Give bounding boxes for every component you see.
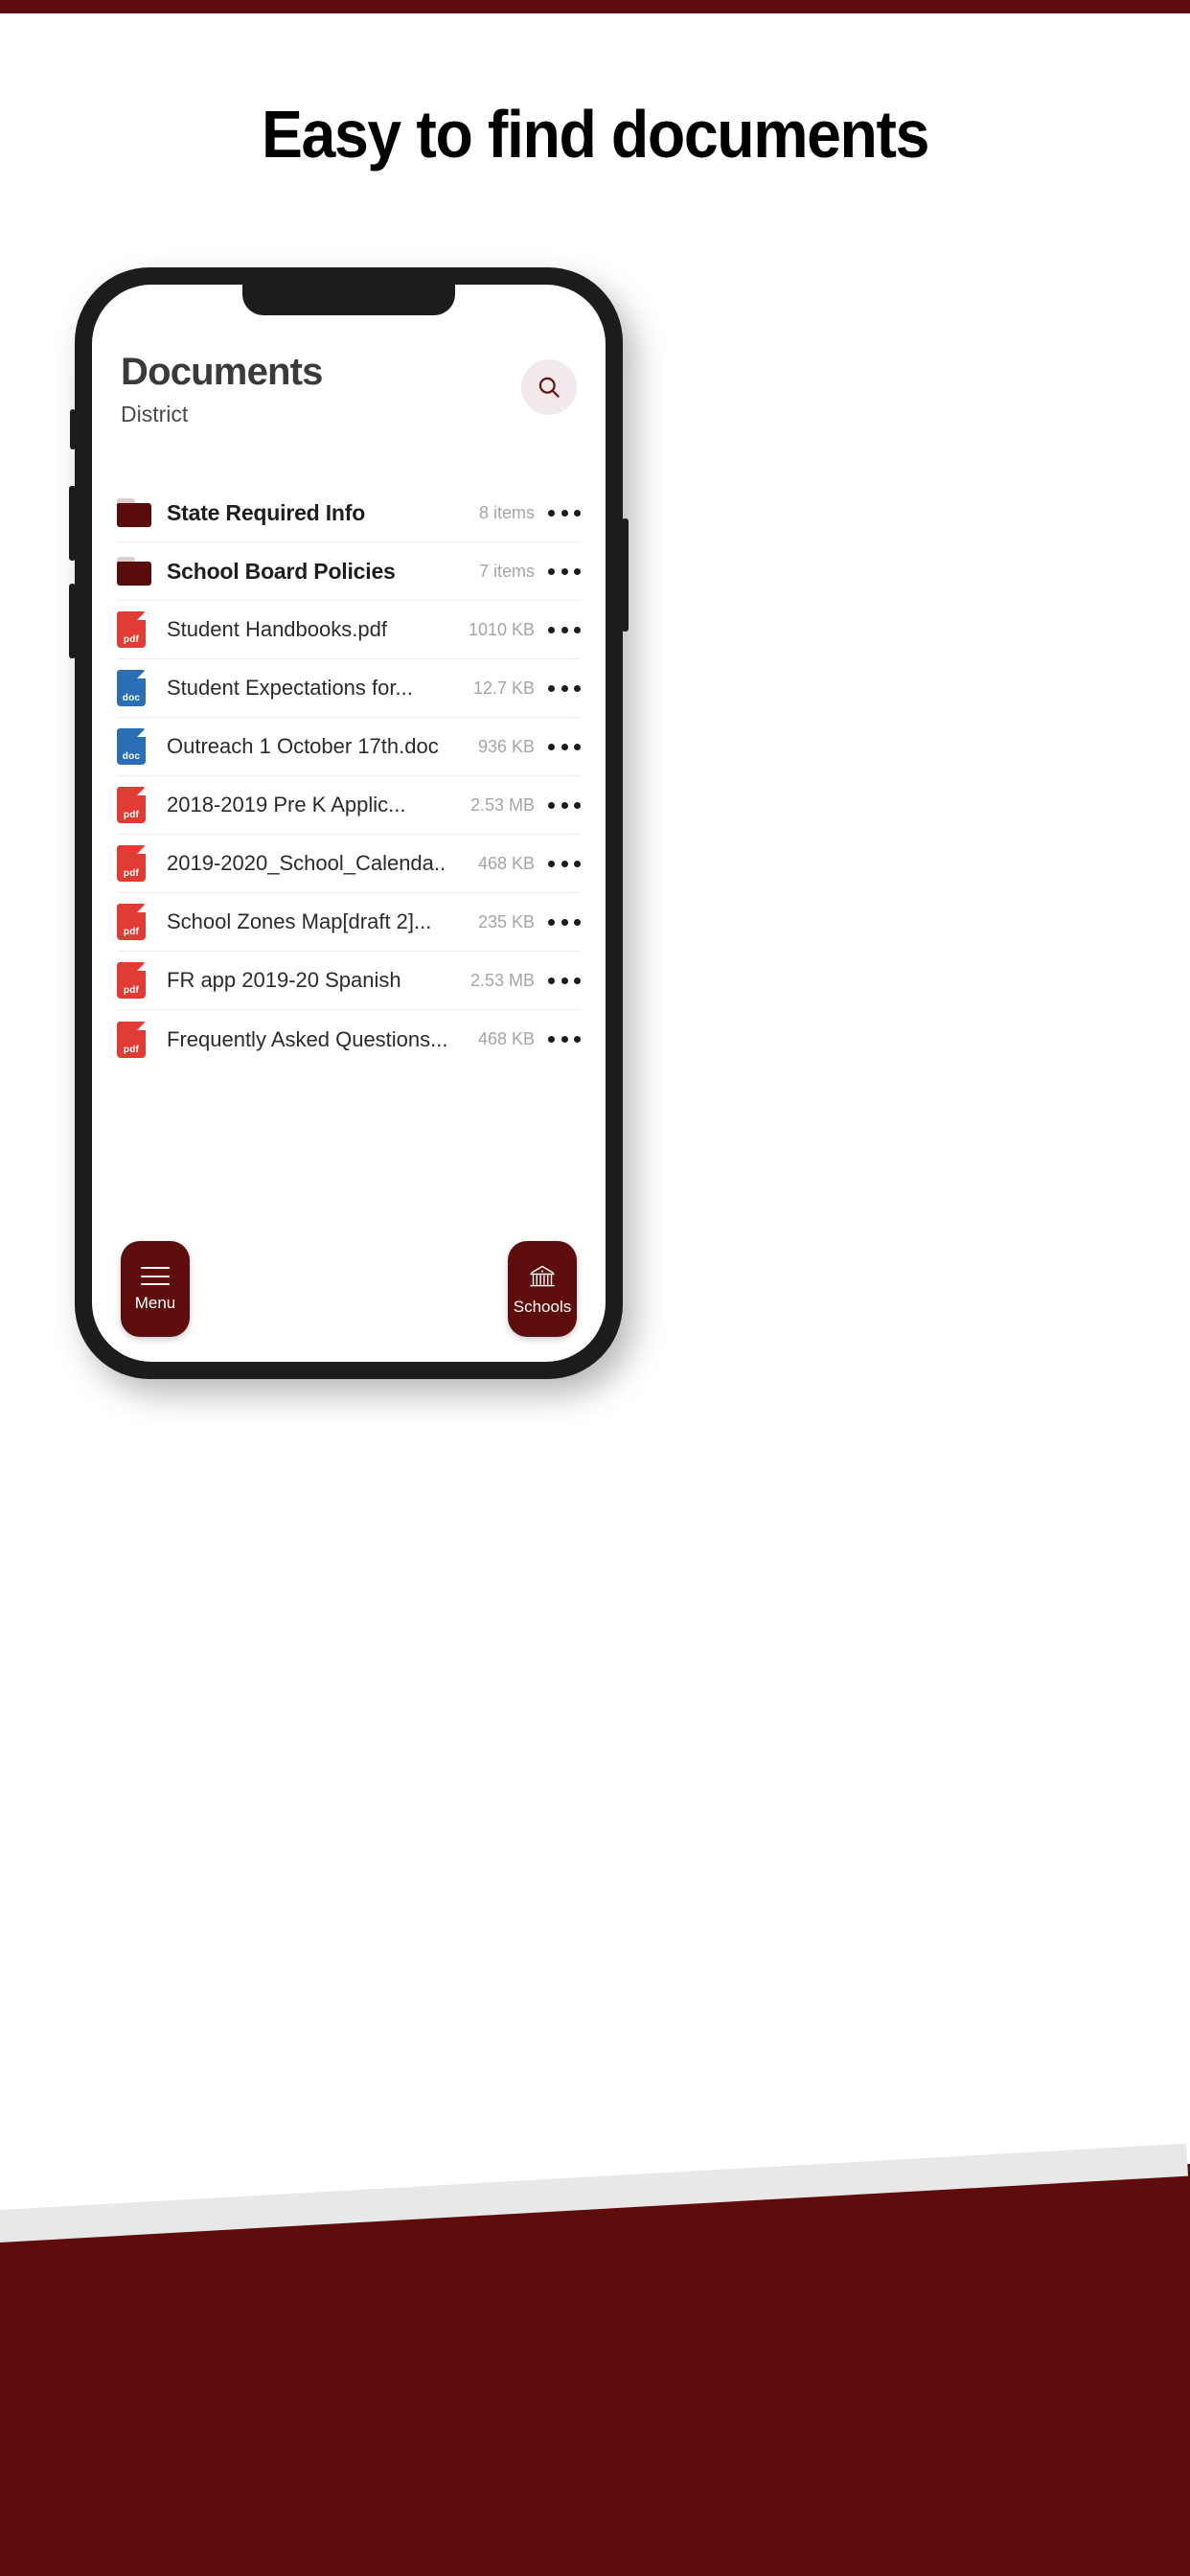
phone-mockup: Documents District State Required Info 8 … [69, 267, 629, 1379]
file-name: School Zones Map[draft 2]... [167, 909, 432, 934]
more-options-icon[interactable] [548, 801, 581, 809]
phone-notch [242, 285, 455, 315]
document-list[interactable]: State Required Info 8 items School Board P… [92, 484, 606, 1069]
file-extension-label: doc [122, 693, 141, 703]
row-icon-wrap: pdf [117, 904, 167, 940]
page-title: Documents [121, 351, 323, 393]
file-name: Frequently Asked Questions... [167, 1026, 448, 1051]
row-icon-wrap: pdf [117, 1021, 167, 1058]
more-options-icon[interactable] [548, 860, 581, 867]
file-row[interactable]: pdf 2019-2020_School_Calenda.. 468 KB [117, 835, 581, 893]
row-icon-wrap: pdf [117, 787, 167, 823]
file-name: Student Handbooks.pdf [167, 617, 387, 642]
phone-screen: Documents District State Required Info 8 … [92, 285, 606, 1362]
file-name: 2018-2019 Pre K Applic... [167, 793, 406, 817]
pdf-file-icon: pdf [117, 787, 146, 823]
more-options-icon[interactable] [548, 626, 581, 633]
file-extension-label: pdf [123, 1044, 140, 1055]
file-meta: 468 KB [477, 1029, 535, 1048]
folder-row[interactable]: School Board Policies 7 items [117, 542, 581, 601]
schools-button-label: Schools [513, 1297, 572, 1316]
search-icon [536, 374, 562, 401]
menu-button[interactable]: Menu [121, 1241, 190, 1337]
more-options-icon[interactable] [548, 509, 581, 517]
pdf-file-icon: pdf [117, 904, 146, 940]
file-extension-label: pdf [123, 927, 140, 937]
file-name: FR app 2019-20 Spanish [167, 968, 401, 993]
file-name: State Required Info [167, 499, 366, 525]
row-icon-wrap: doc [117, 728, 167, 765]
doc-file-icon: doc [117, 728, 146, 765]
pdf-file-icon: pdf [117, 845, 146, 882]
phone-mute-switch [70, 409, 76, 449]
page-subtitle: District [121, 402, 189, 426]
row-icon-wrap: pdf [117, 962, 167, 999]
row-icon-wrap [117, 557, 167, 586]
menu-button-label: Menu [134, 1294, 176, 1312]
file-meta: 8 items [478, 502, 535, 522]
row-icon-wrap: pdf [117, 845, 167, 882]
file-extension-label: doc [122, 751, 141, 762]
file-meta: 7 items [478, 561, 535, 581]
more-options-icon[interactable] [548, 567, 581, 575]
file-extension-label: pdf [123, 810, 140, 820]
file-meta: 2.53 MB [469, 794, 535, 815]
file-row[interactable]: pdf FR app 2019-20 Spanish 2.53 MB [117, 952, 581, 1010]
phone-power-button [622, 518, 629, 632]
pdf-file-icon: pdf [117, 611, 146, 648]
phone-volume-up-button [69, 486, 76, 561]
doc-file-icon: doc [117, 670, 146, 706]
hamburger-menu-icon [141, 1267, 170, 1285]
file-row[interactable]: pdf School Zones Map[draft 2]... 235 KB [117, 893, 581, 952]
file-row[interactable]: doc Student Expectations for... 12.7 KB [117, 659, 581, 718]
file-extension-label: pdf [123, 985, 140, 996]
folder-icon [117, 498, 151, 527]
top-accent-bar [0, 0, 1190, 13]
bottom-navigation: Menu Schools [92, 1241, 606, 1337]
pdf-file-icon: pdf [117, 962, 146, 999]
folder-row[interactable]: State Required Info 8 items [117, 484, 581, 542]
file-row[interactable]: doc Outreach 1 October 17th.doc 936 KB [117, 718, 581, 776]
more-options-icon[interactable] [548, 743, 581, 750]
app-header: Documents District [92, 352, 606, 427]
file-row[interactable]: pdf Student Handbooks.pdf 1010 KB [117, 601, 581, 659]
more-options-icon[interactable] [548, 684, 581, 692]
row-icon-wrap: pdf [117, 611, 167, 648]
promo-headline: Easy to find documents [261, 97, 929, 172]
school-building-icon [527, 1264, 558, 1289]
more-options-icon[interactable] [548, 918, 581, 926]
title-row: Documents District [121, 352, 577, 427]
file-name: Student Expectations for... [167, 676, 413, 701]
row-icon-wrap: doc [117, 670, 167, 706]
file-meta: 12.7 KB [472, 678, 535, 698]
file-meta: 468 KB [477, 853, 535, 873]
folder-icon [117, 557, 151, 586]
more-options-icon[interactable] [548, 977, 581, 984]
file-meta: 1010 KB [468, 619, 535, 639]
file-row[interactable]: pdf Frequently Asked Questions... 468 KB [117, 1010, 581, 1069]
search-button[interactable] [521, 359, 577, 415]
file-meta: 235 KB [477, 911, 535, 932]
file-extension-label: pdf [123, 868, 140, 879]
more-options-icon[interactable] [548, 1036, 581, 1043]
file-name: 2019-2020_School_Calenda.. [167, 851, 446, 876]
file-name: Outreach 1 October 17th.doc [167, 734, 439, 759]
file-row[interactable]: pdf 2018-2019 Pre K Applic... 2.53 MB [117, 776, 581, 835]
pdf-file-icon: pdf [117, 1021, 146, 1058]
file-extension-label: pdf [123, 634, 140, 645]
file-meta: 936 KB [477, 736, 535, 756]
file-meta: 2.53 MB [469, 970, 535, 990]
phone-volume-down-button [69, 584, 76, 658]
file-name: School Board Policies [167, 558, 396, 584]
row-icon-wrap [117, 498, 167, 527]
schools-button[interactable]: Schools [508, 1241, 577, 1337]
title-block: Documents District [121, 352, 323, 427]
